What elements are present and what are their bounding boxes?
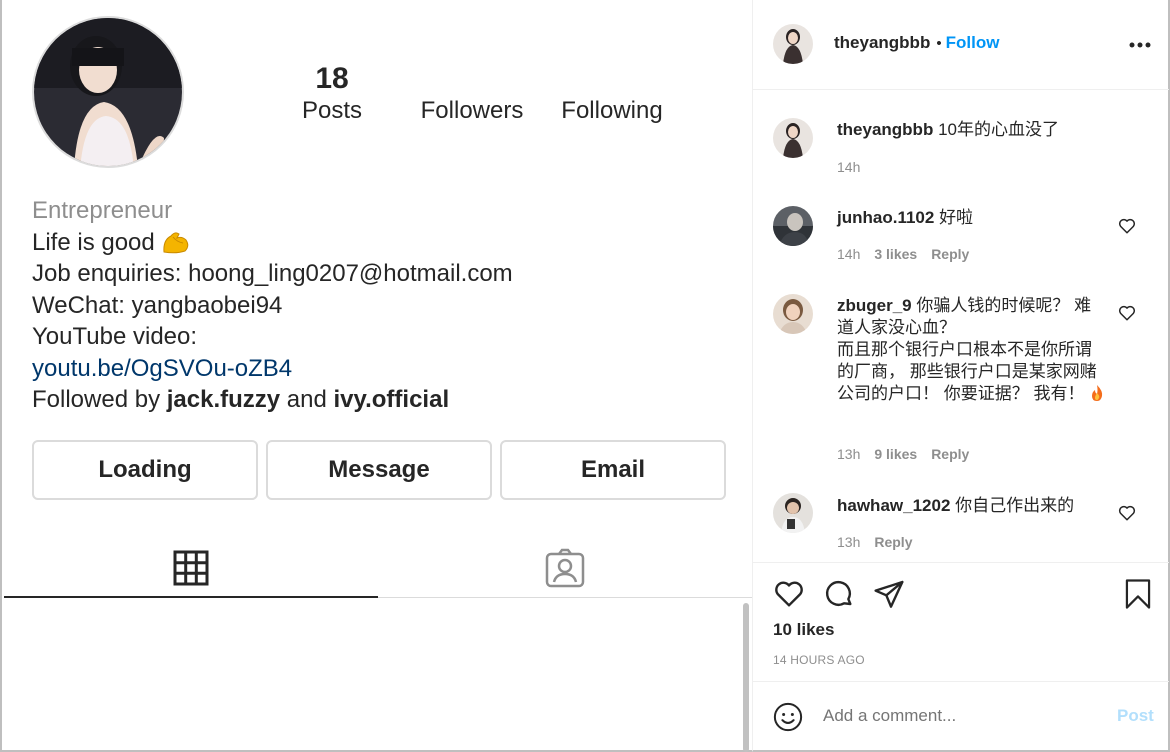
comment-text: 好啦: [939, 208, 974, 227]
scrollbar-thumb[interactable]: [743, 603, 749, 752]
comment-username[interactable]: hawhaw_1202: [837, 496, 950, 515]
comment-meta: 14h: [837, 159, 874, 175]
bio-line: Life is good: [32, 227, 513, 259]
comment: hawhaw_1202 你自己作出来的: [837, 495, 1107, 517]
comment-avatar[interactable]: [773, 294, 813, 334]
comment-likes[interactable]: 9 likes: [874, 446, 917, 462]
loading-button[interactable]: Loading: [32, 440, 258, 500]
comment-meta: 14h 3 likes Reply: [837, 246, 983, 262]
post-actions: 10 likes 14 HOURS AGO: [753, 562, 1169, 682]
followed-by-prefix: Followed by: [32, 386, 161, 413]
comment-meta: 13h Reply: [837, 534, 926, 550]
reply-button[interactable]: Reply: [874, 534, 912, 550]
post-author-row: theyangbbb • Follow: [834, 33, 999, 53]
heart-icon[interactable]: [773, 578, 805, 610]
comment: zbuger_9 你骗人钱的时候呢？ 难道人家没心血？ 而且那个银行户口根本不是…: [837, 295, 1107, 405]
followed-by-and: and: [286, 386, 327, 413]
followed-by-user[interactable]: ivy.official: [334, 386, 450, 413]
comment: junhao.1102 好啦: [837, 207, 1107, 229]
avatar-photo: [773, 493, 813, 533]
like-comment-icon[interactable]: [1118, 217, 1136, 235]
post-header: theyangbbb • Follow: [753, 0, 1169, 90]
grid-icon: [173, 550, 209, 586]
bio-text: Life is good: [32, 228, 155, 256]
following-stat[interactable]: Following: [552, 62, 672, 126]
comment-text: 10年的心血没了: [938, 120, 1059, 139]
profile-avatar[interactable]: [32, 16, 184, 168]
followed-by: Followed by jack.fuzzy and ivy.official: [32, 384, 513, 416]
post-panel: theyangbbb • Follow theyangbbb 10年的心血没了 14…: [752, 0, 1170, 752]
comment-text: 而且那个银行户口根本不是你所谓的厂商， 那些银行户口是某家网赌公司的户口！ 你要…: [837, 340, 1097, 403]
tab-divider: [378, 597, 754, 598]
comment-text-continued: 而且那个银行户口根本不是你所谓的厂商， 那些银行户口是某家网赌公司的户口！ 你要…: [837, 339, 1107, 405]
post-author-username[interactable]: theyangbbb: [834, 33, 930, 52]
comment-avatar[interactable]: [773, 118, 813, 158]
bio-youtube-label: YouTube video:: [32, 323, 198, 350]
comment-username[interactable]: junhao.1102: [837, 208, 934, 227]
fire-icon: [1092, 385, 1103, 401]
tab-posts-grid[interactable]: [4, 538, 378, 598]
posts-label: Posts: [301, 97, 363, 124]
comment-likes[interactable]: 3 likes: [874, 246, 917, 262]
profile-panel: 18 Posts Followers Following Entrepreneu…: [0, 0, 754, 752]
emoji-icon[interactable]: [773, 702, 803, 732]
profile-category: Entrepreneur: [32, 197, 173, 224]
post-comment-button[interactable]: Post: [1117, 706, 1154, 726]
flexed-biceps-icon: [163, 231, 189, 253]
like-comment-icon[interactable]: [1118, 304, 1136, 322]
comment-avatar[interactable]: [773, 493, 813, 533]
active-tab-indicator: [4, 596, 378, 598]
tagged-icon: [545, 548, 585, 588]
following-count: [552, 62, 672, 96]
bio-job-enquiries: Job enquiries: hoong_ling0207@hotmail.co…: [32, 260, 513, 287]
message-button[interactable]: Message: [266, 440, 492, 500]
followers-count: [412, 62, 532, 96]
posts-stat: 18 Posts: [294, 62, 370, 126]
add-comment-bar: Post: [753, 681, 1169, 750]
comment: theyangbbb 10年的心血没了: [837, 119, 1107, 141]
bio-youtube-link[interactable]: youtu.be/OgSVOu-oZB4: [32, 353, 513, 385]
share-icon[interactable]: [873, 578, 905, 610]
likes-count[interactable]: 10 likes: [773, 620, 834, 640]
comment-time[interactable]: 13h: [837, 534, 860, 550]
email-button[interactable]: Email: [500, 440, 726, 500]
comment-time[interactable]: 14h: [837, 159, 860, 175]
add-comment-input[interactable]: [823, 706, 1113, 726]
comment-username[interactable]: theyangbbb: [837, 120, 933, 139]
reply-button[interactable]: Reply: [931, 246, 969, 262]
profile-bio: Entrepreneur Life is good Job enquiries:…: [32, 195, 513, 416]
avatar-photo: [773, 294, 813, 334]
post-timestamp: 14 HOURS AGO: [773, 653, 865, 667]
comment-time[interactable]: 14h: [837, 246, 860, 262]
tab-tagged[interactable]: [378, 538, 752, 598]
follow-button[interactable]: Follow: [946, 33, 1000, 52]
comment-avatar[interactable]: [773, 206, 813, 246]
followers-label[interactable]: Followers: [412, 96, 532, 126]
bookmark-icon[interactable]: [1123, 578, 1153, 610]
avatar-photo: [773, 24, 813, 64]
comment-text: 你自己作出来的: [955, 496, 1075, 515]
posts-count: 18: [315, 62, 349, 95]
comment-time[interactable]: 13h: [837, 446, 860, 462]
avatar-photo: [773, 206, 813, 246]
reply-button[interactable]: Reply: [931, 446, 969, 462]
followers-stat[interactable]: Followers: [412, 62, 532, 126]
followed-by-user[interactable]: jack.fuzzy: [167, 386, 280, 413]
comment-username[interactable]: zbuger_9: [837, 296, 912, 315]
bio-wechat: WeChat: yangbaobei94: [32, 291, 283, 319]
like-comment-icon[interactable]: [1118, 504, 1136, 522]
author-avatar[interactable]: [773, 24, 813, 64]
avatar-photo: [773, 118, 813, 158]
following-label[interactable]: Following: [552, 96, 672, 126]
comment-icon[interactable]: [823, 578, 855, 610]
more-horizontal-icon[interactable]: [1129, 40, 1151, 50]
comment-meta: 13h 9 likes Reply: [837, 446, 983, 462]
profile-photo: [34, 18, 182, 166]
separator-dot: •: [936, 35, 942, 52]
